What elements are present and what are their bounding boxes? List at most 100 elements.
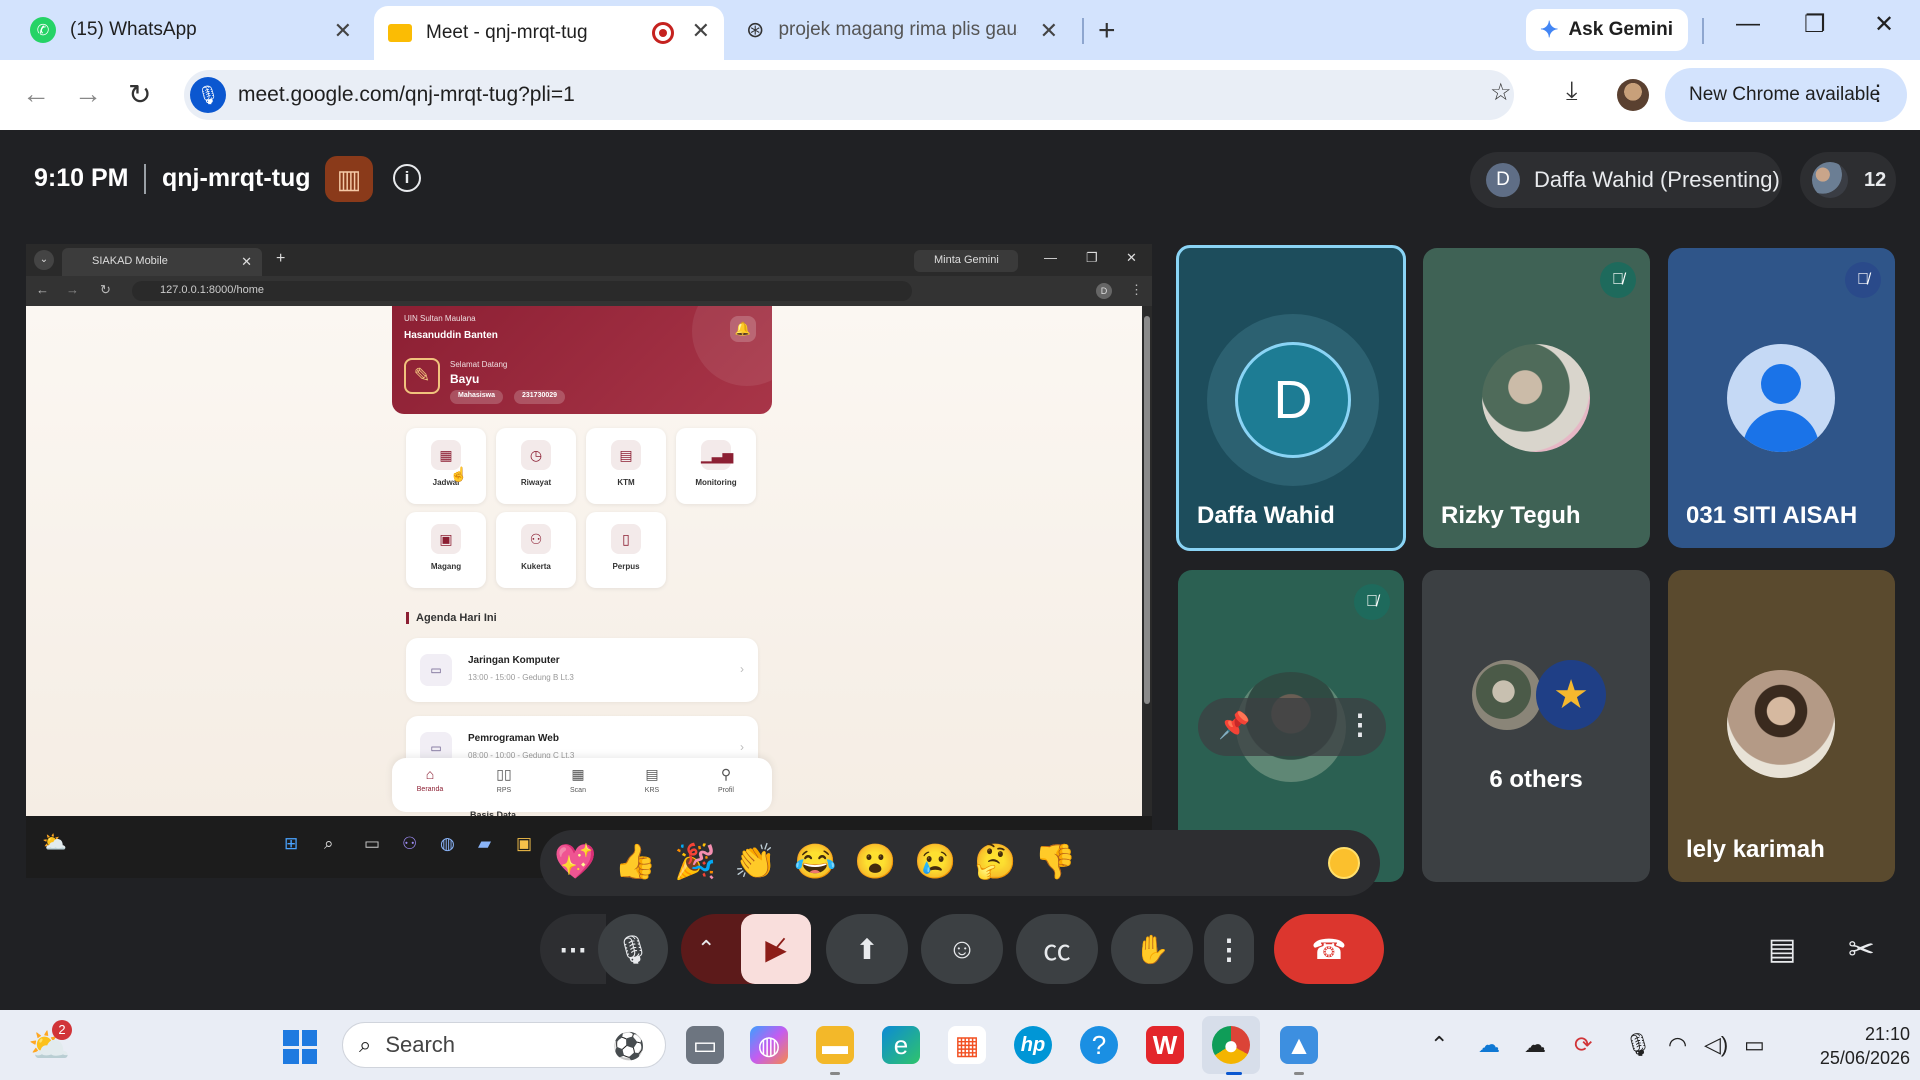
menu-monitoring: ▁▃▅ Monitoring	[676, 428, 756, 504]
microphone-button[interactable]: 🎙	[598, 914, 668, 984]
tab-chatgpt[interactable]: ⊛ projek magang rima plis gausa ✕	[732, 6, 1072, 54]
meeting-tools-icon[interactable]: ✂	[1848, 930, 1875, 968]
captions-button[interactable]: ㏄	[1016, 914, 1098, 984]
reaction-thumbs-up[interactable]: 👍	[614, 842, 656, 882]
close-tab-icon[interactable]: ✕	[334, 18, 352, 44]
restore-icon[interactable]: ❐	[1804, 10, 1826, 39]
people-button[interactable]: 12	[1800, 152, 1896, 208]
microphone-icon[interactable]: 🎙	[1624, 1032, 1652, 1058]
chrome-menu-icon[interactable]: ⋮	[1867, 80, 1889, 106]
browser-toolbar: ← → ↻ 🎙 meet.google.com/qnj-mrqt-tug?pli…	[0, 60, 1920, 130]
sync-icon[interactable]: ⟳	[1574, 1032, 1592, 1058]
info-icon[interactable]: i	[393, 164, 421, 192]
camera-off-button[interactable]: ▶̸	[741, 914, 811, 984]
microphone-in-use-icon[interactable]: 🎙	[190, 77, 226, 113]
volume-icon[interactable]: ◁)	[1704, 1032, 1728, 1058]
participant-name: 031 SITI AISAH	[1686, 502, 1858, 529]
taskbar-search-box[interactable]: ⌕ Search ⚽	[342, 1022, 666, 1068]
close-tab-icon[interactable]: ✕	[692, 18, 710, 44]
search-placeholder: Search	[385, 1032, 456, 1057]
participant-tile-others[interactable]: ★ 6 others	[1422, 570, 1650, 882]
separator	[144, 164, 146, 194]
task-view-icon: ▭	[364, 834, 381, 853]
mic-off-icon: 🎙̸	[1600, 262, 1636, 298]
shared-screen[interactable]: ⌄ SIAKAD Mobile ✕ + Minta Gemini — ❐ ✕ ←…	[26, 244, 1152, 878]
cloud-sync-error-icon[interactable]: ☁	[1524, 1032, 1546, 1058]
participant-tile-daffa[interactable]: D Daffa Wahid	[1176, 245, 1406, 551]
more-controls-icon[interactable]: ⋯	[540, 914, 606, 984]
shared-gemini-label: Minta Gemini	[934, 254, 999, 266]
agenda-item: ▭ Jaringan Komputer 13:00 - 15:00 - Gedu…	[406, 638, 758, 702]
copilot-icon[interactable]: ◍	[750, 1026, 788, 1064]
reaction-sad[interactable]: 😢	[914, 842, 956, 882]
reload-icon[interactable]: ↻	[128, 78, 151, 111]
bookmark-star-icon[interactable]: ☆	[1490, 78, 1512, 107]
participant-tile-lely[interactable]: lely karimah	[1668, 570, 1895, 882]
address-bar[interactable]: 🎙 meet.google.com/qnj-mrqt-tug?pli=1	[184, 70, 1514, 120]
wifi-icon[interactable]: ◠	[1668, 1032, 1687, 1058]
reaction-thinking[interactable]: 🤔	[974, 842, 1016, 882]
profile-avatar[interactable]	[1617, 79, 1649, 111]
briefcase-icon: ▣	[431, 524, 461, 554]
meet-call: 9:10 PM qnj-mrqt-tug ▥ i D Daffa Wahid (…	[0, 130, 1920, 1010]
reaction-party[interactable]: 🎉	[674, 842, 716, 882]
reactions-bar: 💖 👍 🎉 👏 😂 😮 😢 🤔 👎	[540, 830, 1380, 896]
more-options-icon[interactable]: ⋮	[1346, 708, 1374, 741]
raise-hand-button[interactable]: ✋	[1111, 914, 1193, 984]
reaction-clap[interactable]: 👏	[734, 842, 776, 882]
onedrive-icon[interactable]: ☁	[1478, 1032, 1500, 1058]
reaction-laugh[interactable]: 😂	[794, 842, 836, 882]
back-icon[interactable]: ←	[22, 78, 50, 110]
edge-icon[interactable]: e	[882, 1026, 920, 1064]
ask-gemini-button[interactable]: ✦ Ask Gemini	[1526, 9, 1688, 51]
minimize-icon: —	[1044, 250, 1057, 265]
tab-separator	[1082, 18, 1084, 44]
present-screen-button[interactable]: ⬆	[826, 914, 908, 984]
new-chrome-available-button[interactable]: New Chrome available ⋮	[1665, 68, 1907, 122]
emoji-reactions-button[interactable]: ☺	[921, 914, 1003, 984]
forward-icon[interactable]: →	[74, 78, 102, 110]
minimize-icon[interactable]: —	[1736, 10, 1760, 38]
participant-tile-siti[interactable]: 🎙̸ 031 SITI AISAH	[1668, 248, 1895, 548]
microsoft-store-icon[interactable]: ▦	[948, 1026, 986, 1064]
wps-office-icon[interactable]: W	[1146, 1026, 1184, 1064]
notification-bell-icon: 🔔	[730, 316, 756, 342]
close-tab-icon[interactable]: ✕	[1040, 18, 1058, 44]
people-icon: ⚇	[521, 524, 551, 554]
taskbar-clock[interactable]: 21:10 25/06/2026	[1800, 1022, 1910, 1070]
get-help-icon[interactable]: ?	[1080, 1026, 1118, 1064]
chrome-icon[interactable]: ●	[1212, 1026, 1250, 1064]
windows-start-icon[interactable]	[283, 1030, 317, 1064]
download-icon[interactable]: ⤓	[1566, 75, 1578, 107]
presenting-indicator[interactable]: D Daffa Wahid (Presenting)	[1470, 152, 1782, 208]
skin-tone-selector[interactable]	[1328, 847, 1360, 879]
participant-tile-rizky[interactable]: 🎙̸ Rizky Teguh	[1423, 248, 1650, 548]
more-options-icon[interactable]: ⋮	[1204, 914, 1254, 984]
pin-icon[interactable]: 📌	[1218, 710, 1250, 741]
file-explorer-icon[interactable]: ▬	[816, 1026, 854, 1064]
role-badge: Mahasiswa	[450, 390, 503, 404]
agenda-name: Jaringan Komputer	[468, 655, 560, 666]
menu-magang: ▣ Magang	[406, 512, 486, 588]
building-icon[interactable]: ▥	[325, 156, 373, 202]
close-window-icon[interactable]: ✕	[1874, 10, 1894, 39]
user-icon: ⚲	[720, 766, 732, 782]
app-bottom-nav: ⌂ Beranda ▯▯ RPS ▦ Scan ▤ KRS ⚲ Profil	[392, 758, 772, 812]
tab-meet[interactable]: Meet - qnj-mrqt-tug ✕	[374, 6, 724, 60]
tab-whatsapp[interactable]: ✆ (15) WhatsApp ✕	[16, 6, 366, 54]
reaction-thumbs-down[interactable]: 👎	[1034, 842, 1076, 882]
show-hidden-icons-icon[interactable]: ⌃	[1430, 1032, 1448, 1058]
hp-icon[interactable]: hp	[1014, 1026, 1052, 1064]
chat-icon[interactable]: ▤	[1768, 932, 1796, 967]
battery-icon[interactable]: ▭	[1744, 1032, 1765, 1058]
soccer-ball-icon: ⚽	[612, 1031, 645, 1061]
restore-icon: ❐	[1086, 250, 1098, 265]
home-icon: ⌂	[425, 766, 435, 782]
task-view-icon[interactable]: ▭	[686, 1026, 724, 1064]
photos-icon[interactable]: ▲	[1280, 1026, 1318, 1064]
leave-call-button[interactable]: ☎	[1274, 914, 1384, 984]
chevron-up-icon[interactable]: ⌃	[697, 936, 715, 962]
new-tab-button[interactable]: +	[1098, 14, 1116, 48]
reaction-surprised[interactable]: 😮	[854, 842, 896, 882]
reaction-heart[interactable]: 💖	[554, 842, 596, 882]
